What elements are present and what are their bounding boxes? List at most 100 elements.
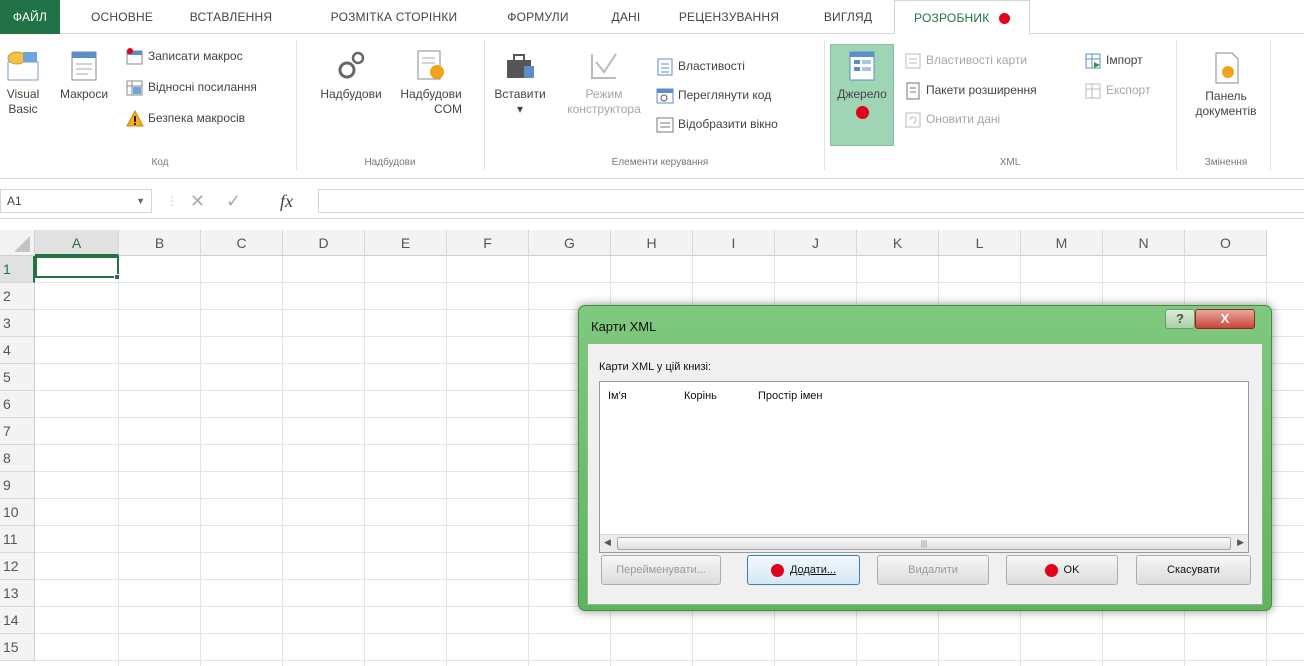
record-macro-button[interactable]: Записати макрос	[126, 46, 243, 66]
import-label: Імпорт	[1106, 53, 1143, 67]
column-header[interactable]: J	[775, 230, 857, 256]
row-header[interactable]: 14	[0, 607, 35, 634]
close-button[interactable]: X	[1195, 309, 1255, 329]
tab-home[interactable]: ОСНОВНЕ	[80, 0, 164, 34]
delete-button[interactable]: Видалити	[877, 555, 989, 585]
expansion-packs-icon	[906, 82, 920, 100]
gridline	[528, 256, 529, 666]
name-box[interactable]: A1 ▼	[0, 189, 152, 213]
properties-icon	[657, 58, 673, 76]
scroll-right-icon[interactable]: ▶	[1237, 537, 1244, 548]
column-header[interactable]: N	[1103, 230, 1185, 256]
run-dialog-button[interactable]: Відобразити вікно	[656, 114, 778, 134]
column-header[interactable]: K	[857, 230, 939, 256]
column-header[interactable]: C	[201, 230, 283, 256]
gridline	[35, 282, 1304, 283]
rename-button[interactable]: Перейменувати...	[601, 555, 721, 585]
view-code-button[interactable]: Переглянути код	[656, 85, 771, 105]
formula-bar: A1 ▼ ⋮ ✕ ✓ fx	[0, 183, 1304, 219]
column-header-root[interactable]: Корінь	[684, 390, 717, 402]
column-header[interactable]: B	[119, 230, 201, 256]
column-header[interactable]: A	[35, 230, 119, 256]
ribbon-separator	[484, 40, 485, 170]
row-header[interactable]: 8	[0, 445, 35, 472]
row-header[interactable]: 3	[0, 310, 35, 337]
run-dialog-icon	[656, 117, 674, 133]
xml-maps-list[interactable]: Ім'я Корінь Простір імен ◀ ||| ▶	[599, 381, 1249, 553]
tab-file[interactable]: ФАЙЛ	[0, 0, 60, 34]
tab-page-layout[interactable]: РОЗМІТКА СТОРІНКИ	[298, 0, 490, 34]
group-label-xml: XML	[999, 157, 1021, 168]
marker-dot-icon	[770, 563, 784, 577]
row-header[interactable]: 13	[0, 580, 35, 607]
column-header[interactable]: I	[693, 230, 775, 256]
visual-basic-button[interactable]: Visual Basic	[0, 48, 46, 117]
cancel-icon[interactable]: ✕	[190, 189, 205, 213]
column-header[interactable]: G	[529, 230, 611, 256]
properties-button[interactable]: Властивості	[656, 56, 745, 76]
row-header[interactable]: 2	[0, 283, 35, 310]
design-mode-button[interactable]: Режим конструктора	[556, 48, 652, 117]
tab-data[interactable]: ДАНІ	[596, 0, 656, 34]
select-all-corner[interactable]	[0, 230, 35, 256]
row-header[interactable]: 6	[0, 391, 35, 418]
active-cell[interactable]	[35, 256, 119, 278]
refresh-data-button[interactable]: Оновити дані	[904, 109, 1000, 129]
add-button[interactable]: Додати...	[747, 555, 860, 585]
map-properties-button[interactable]: Властивості карти	[904, 50, 1027, 70]
export-label: Експорт	[1106, 83, 1151, 97]
relative-references-button[interactable]: Відносні посилання	[126, 77, 257, 97]
ok-button[interactable]: OK	[1006, 555, 1118, 585]
fill-handle[interactable]	[114, 274, 120, 280]
column-header[interactable]: L	[939, 230, 1021, 256]
column-header-name[interactable]: Ім'я	[608, 390, 627, 402]
row-header[interactable]: 5	[0, 364, 35, 391]
row-header[interactable]: 15	[0, 634, 35, 661]
insert-function-icon[interactable]: fx	[280, 189, 293, 213]
help-button[interactable]: ?	[1165, 309, 1195, 329]
enter-icon[interactable]: ✓	[226, 189, 241, 213]
chevron-down-icon[interactable]: ▼	[136, 190, 145, 212]
cancel-button[interactable]: Скасувати	[1136, 555, 1251, 585]
insert-control-button[interactable]: Вставити ▾	[488, 48, 552, 117]
tab-formulas[interactable]: ФОРМУЛИ	[492, 0, 584, 34]
import-button[interactable]: Імпорт	[1084, 50, 1143, 70]
row-header[interactable]: 9	[0, 472, 35, 499]
macro-security-button[interactable]: Безпека макросів	[126, 108, 245, 128]
column-header[interactable]: F	[447, 230, 529, 256]
formula-input[interactable]	[318, 189, 1304, 213]
column-header[interactable]: O	[1185, 230, 1267, 256]
expansion-packs-button[interactable]: Пакети розширення	[904, 80, 1037, 100]
macros-button[interactable]: Макроси	[52, 48, 116, 102]
expansion-packs-label: Пакети розширення	[926, 83, 1037, 97]
ribbon-separator	[824, 40, 825, 170]
horizontal-scrollbar[interactable]: ◀ ||| ▶	[600, 534, 1248, 552]
scrollbar-thumb[interactable]: |||	[617, 537, 1231, 550]
row-header[interactable]: 7	[0, 418, 35, 445]
run-dialog-label: Відобразити вікно	[678, 117, 778, 131]
tab-insert[interactable]: ВСТАВЛЕННЯ	[172, 0, 290, 34]
row-header[interactable]: 11	[0, 526, 35, 553]
xml-source-button[interactable]: Джерело	[830, 48, 894, 119]
tab-review[interactable]: РЕЦЕНЗУВАННЯ	[660, 0, 798, 34]
column-header-namespace[interactable]: Простір імен	[758, 390, 823, 402]
row-header[interactable]: 10	[0, 499, 35, 526]
column-header[interactable]: D	[283, 230, 365, 256]
addins-button[interactable]: Надбудови	[310, 48, 392, 102]
row-header[interactable]: 4	[0, 337, 35, 364]
export-button[interactable]: Експорт	[1084, 80, 1150, 100]
row-header[interactable]: 12	[0, 553, 35, 580]
column-header[interactable]: M	[1021, 230, 1103, 256]
tab-view[interactable]: ВИГЛЯД	[806, 0, 890, 34]
com-addins-label-2: COM	[434, 102, 462, 116]
scroll-left-icon[interactable]: ◀	[604, 537, 611, 548]
tab-developer[interactable]: РОЗРОБНИК	[894, 0, 1030, 35]
column-header[interactable]: H	[611, 230, 693, 256]
com-addins-button[interactable]: Надбудови COM	[396, 48, 466, 117]
add-button-label: Додати...	[789, 564, 837, 576]
map-properties-icon	[905, 53, 921, 69]
gridline	[364, 256, 365, 666]
column-header[interactable]: E	[365, 230, 447, 256]
row-header[interactable]: 1	[0, 256, 35, 283]
document-panel-button[interactable]: Панель документів	[1184, 50, 1268, 119]
